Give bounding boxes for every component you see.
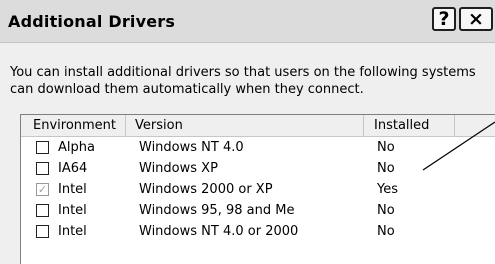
callout-line [422,121,495,171]
additional-drivers-dialog: Additional Drivers ? × You can install a… [0,0,495,264]
